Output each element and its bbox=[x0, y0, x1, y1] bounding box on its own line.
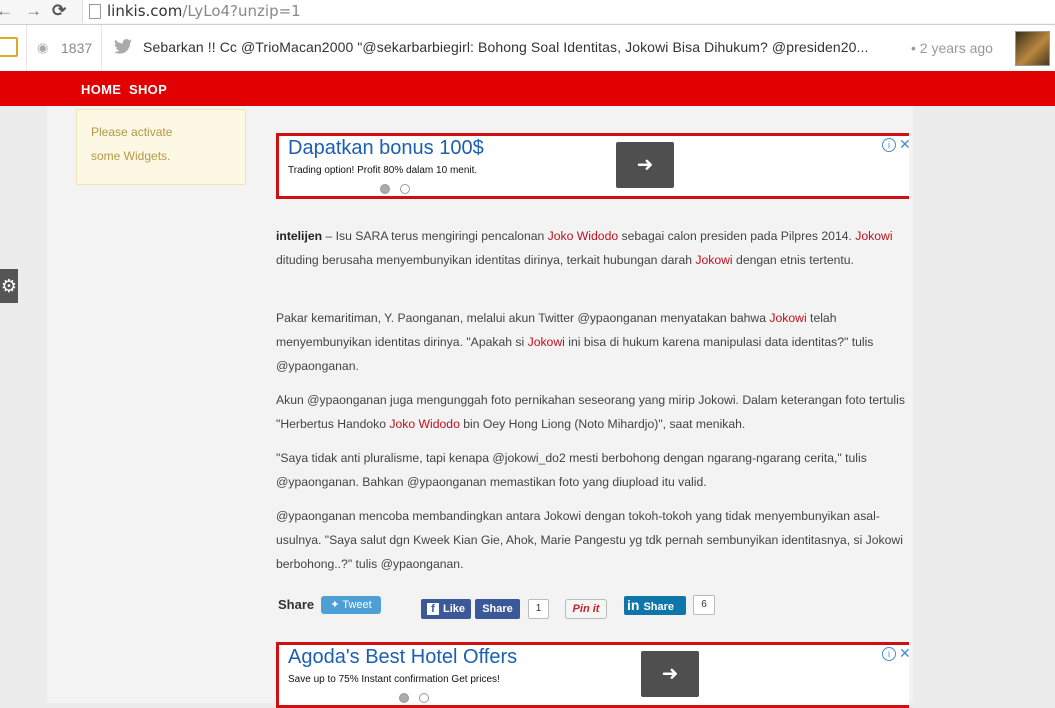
keyword-link[interactable]: Jokowi bbox=[855, 229, 892, 243]
linkis-bar: ◉ 1837 Sebarkan !! Cc @TrioMacan2000 "@s… bbox=[0, 25, 1055, 72]
ad-dot-2[interactable] bbox=[400, 184, 410, 194]
ad-title[interactable]: Dapatkan bonus 100$ bbox=[288, 137, 484, 160]
view-count: 1837 bbox=[61, 40, 93, 56]
share-label: Share bbox=[278, 597, 315, 612]
eye-icon: ◉ bbox=[37, 40, 49, 55]
article-paragraph-4: "Saya tidak anti pluralisme, tapi kenapa… bbox=[276, 451, 867, 489]
ad-dot-1[interactable] bbox=[380, 184, 390, 194]
ad-banner-top[interactable]: Dapatkan bonus 100$ Trading option! Prof… bbox=[276, 133, 909, 199]
article-paragraph-1: intelijen – Isu SARA terus mengiringi pe… bbox=[276, 229, 893, 267]
article-paragraph-3: Akun @ypaonganan juga mengunggah foto pe… bbox=[276, 393, 905, 431]
ad-close-icon[interactable]: ✕ bbox=[899, 136, 911, 153]
ad-info-icon[interactable]: i bbox=[882, 647, 896, 661]
url-text[interactable]: linkis.com/LyLo4?unzip=1 bbox=[107, 2, 301, 20]
linkedin-icon: in bbox=[627, 597, 640, 613]
ad-dot-2[interactable] bbox=[419, 693, 429, 703]
avatar[interactable] bbox=[1015, 31, 1050, 66]
page-icon bbox=[89, 4, 101, 19]
ad-arrow-button[interactable]: ➜ bbox=[616, 142, 674, 188]
keyword-link[interactable]: Joko Widodo bbox=[389, 417, 459, 431]
facebook-share-button[interactable]: Share bbox=[475, 599, 520, 619]
ad-subtitle: Save up to 75% Instant confirmation Get … bbox=[288, 674, 500, 685]
twitter-icon: ✦ bbox=[330, 599, 343, 611]
ad-title[interactable]: Agoda's Best Hotel Offers bbox=[288, 646, 517, 669]
main-nav: HOME SHOP bbox=[0, 71, 1055, 106]
article-paragraph-5: @ypaonganan mencoba membandingkan antara… bbox=[276, 509, 903, 571]
nav-shop[interactable]: SHOP bbox=[129, 82, 167, 97]
tweet-text[interactable]: Sebarkan !! Cc @TrioMacan2000 "@sekarbar… bbox=[143, 39, 868, 55]
ad-arrow-button[interactable]: ➜ bbox=[641, 651, 699, 697]
facebook-share-count: 1 bbox=[528, 599, 549, 619]
address-bar[interactable]: linkis.com/LyLo4?unzip=1 bbox=[82, 0, 1055, 23]
linkedin-share-count: 6 bbox=[693, 595, 715, 615]
article-paragraph-2: Pakar kemaritiman, Y. Paonganan, melalui… bbox=[276, 311, 874, 373]
tweet-button[interactable]: ✦ Tweet bbox=[321, 596, 381, 614]
keyword-link[interactable]: Jokowi bbox=[695, 253, 732, 267]
ad-subtitle: Trading option! Profit 80% dalam 10 meni… bbox=[288, 165, 478, 176]
ad-info-icon[interactable]: i bbox=[882, 138, 896, 152]
linkedin-share-button[interactable]: in Share bbox=[624, 596, 686, 615]
linkis-logo-icon[interactable] bbox=[0, 37, 18, 57]
keyword-link[interactable]: Jokowi bbox=[769, 311, 806, 325]
widget-line-2: some Widgets. bbox=[91, 149, 171, 163]
back-icon[interactable]: ← bbox=[0, 1, 13, 21]
forward-icon[interactable]: → bbox=[25, 1, 42, 21]
pinterest-button[interactable]: Pin it bbox=[565, 599, 607, 619]
widget-line-1: Please activate bbox=[91, 125, 173, 139]
keyword-link[interactable]: Joko Widodo bbox=[548, 229, 618, 243]
ad-close-icon[interactable]: ✕ bbox=[899, 645, 911, 662]
ad-banner-bottom[interactable]: Agoda's Best Hotel Offers Save up to 75%… bbox=[276, 642, 909, 708]
ad-dot-1[interactable] bbox=[399, 693, 409, 703]
tweet-time: • 2 years ago bbox=[911, 40, 993, 56]
facebook-like-button[interactable]: f Like bbox=[421, 599, 471, 619]
nav-home[interactable]: HOME bbox=[81, 82, 121, 97]
gear-icon[interactable]: ⚙ bbox=[0, 269, 18, 303]
browser-toolbar: ← → ⟳ linkis.com/LyLo4?unzip=1 bbox=[0, 0, 1055, 25]
facebook-icon: f bbox=[426, 603, 439, 615]
reload-icon[interactable]: ⟳ bbox=[52, 1, 66, 21]
sidebar-widget-notice: Please activate some Widgets. bbox=[76, 109, 246, 185]
keyword-link[interactable]: Jokowi bbox=[528, 335, 565, 349]
twitter-icon bbox=[114, 39, 132, 54]
